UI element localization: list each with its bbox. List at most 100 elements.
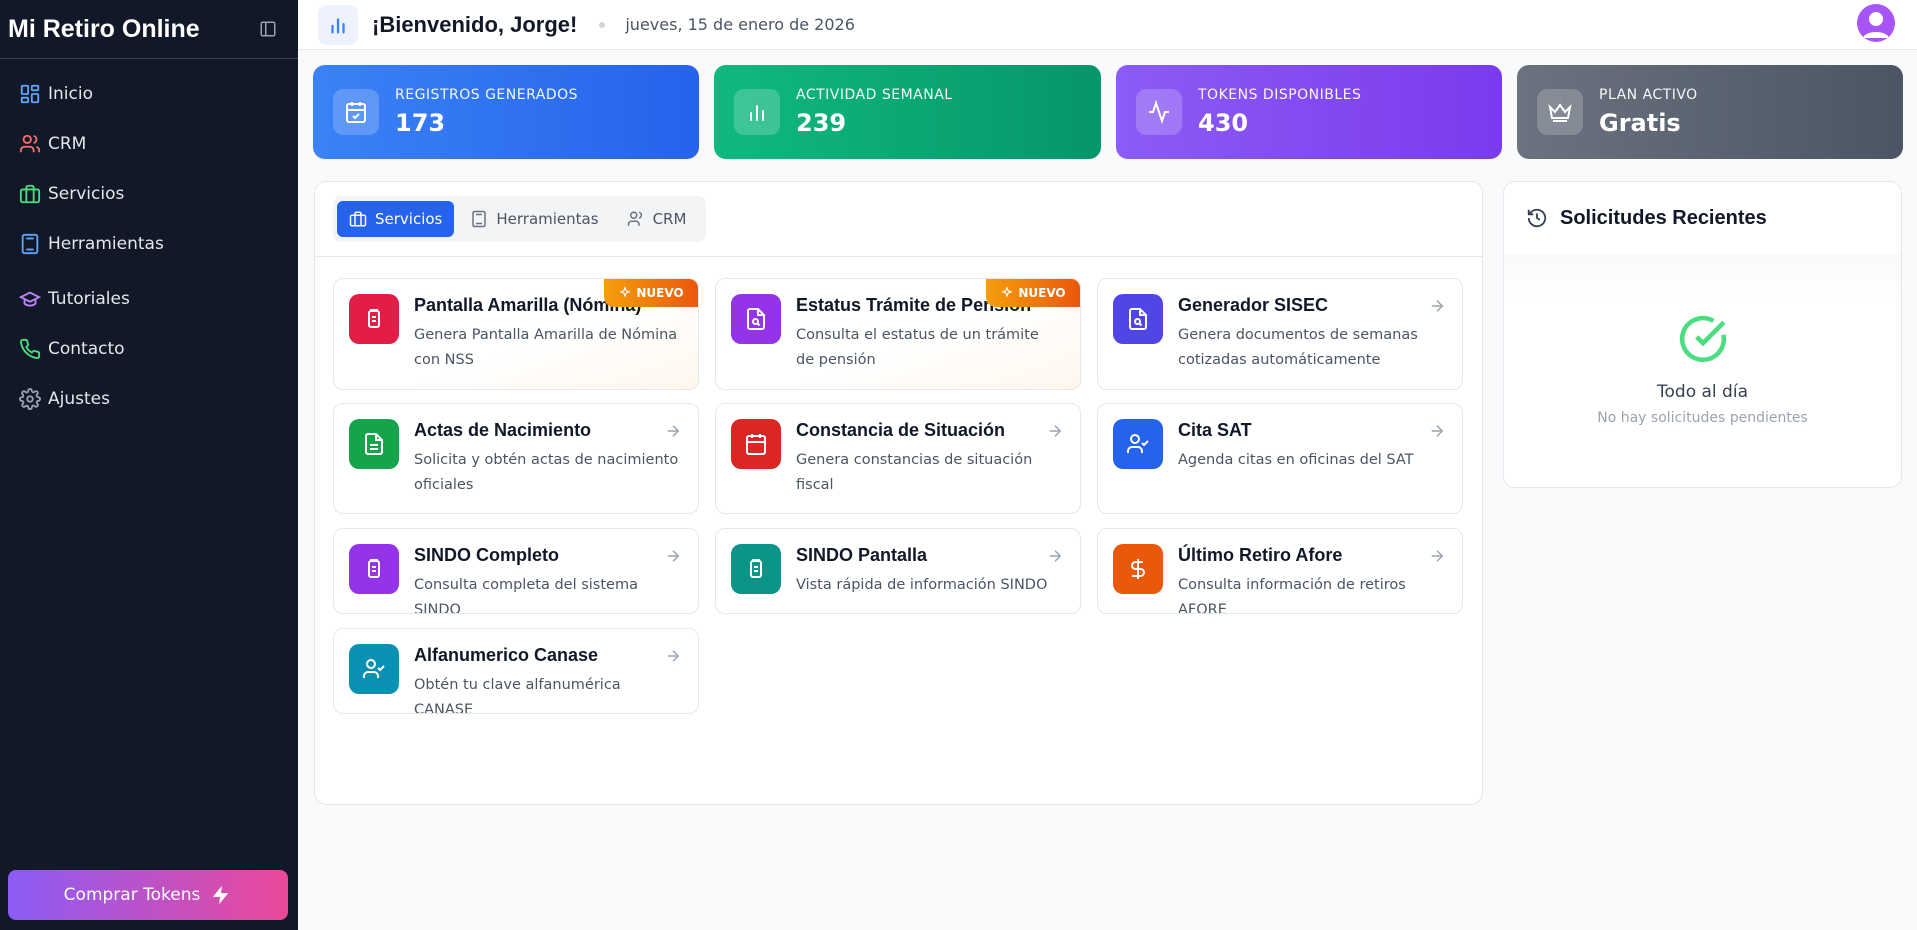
arrow-right-icon (667, 650, 680, 662)
services-panel: Servicios Herramientas CRM Pantalla Amar… (314, 181, 1483, 805)
service-title: Cita SAT (1178, 420, 1252, 440)
service-description: Obtén tu clave alfanumérica CANASE (414, 677, 621, 714)
service-title: Último Retiro Afore (1178, 545, 1343, 565)
sidebar-item-contacto[interactable]: Contacto (0, 324, 298, 374)
briefcase-icon (18, 182, 42, 206)
sidebar-item-ajustes[interactable]: Ajustes (0, 374, 298, 424)
service-description: Agenda citas en oficinas del SAT (1178, 452, 1414, 468)
welcome-heading: ¡Bienvenido, Jorge! (372, 11, 578, 37)
service-card[interactable]: Constancia de Situación Genera constancia… (715, 403, 1081, 514)
briefcase-icon (349, 211, 367, 227)
service-card[interactable]: Estatus Trámite de Pensión Consulta el es… (715, 278, 1081, 390)
service-icon-box (731, 419, 781, 469)
stat-value: 239 (796, 109, 847, 137)
empty-state-subtitle: No hay solicitudes pendientes (1597, 410, 1808, 426)
user-check-icon (363, 659, 385, 678)
clipboard-icon (368, 559, 380, 578)
sidebar-item-crm[interactable]: CRM (0, 119, 298, 169)
service-icon-box (731, 544, 781, 594)
tab-herramientas[interactable]: Herramientas (458, 201, 610, 237)
gear-icon (18, 387, 42, 411)
service-card[interactable]: Último Retiro Afore Consulta información … (1097, 528, 1463, 614)
activity-icon (1136, 89, 1182, 135)
stat-card-plan: PLAN ACTIVO Gratis (1517, 65, 1903, 159)
tab-label: CRM (652, 210, 687, 228)
buy-tokens-button[interactable]: Comprar Tokens (8, 870, 288, 920)
sparkles-icon (619, 286, 632, 298)
service-card[interactable]: Generador SISEC Genera documentos de sema… (1097, 278, 1463, 390)
service-icon-box (349, 294, 399, 344)
sidebar-brand: Mi Retiro Online (0, 0, 298, 59)
service-title: Generador SISEC (1178, 295, 1329, 315)
lightning-icon (213, 885, 229, 905)
sidebar-item-servicios[interactable]: Servicios (0, 169, 298, 219)
separator-dot (599, 21, 606, 28)
service-description: Vista rápida de información SINDO (796, 577, 1048, 593)
sidebar-item-label: Contacto (48, 339, 125, 359)
sidebar-item-tutoriales[interactable]: Tutoriales (0, 274, 298, 324)
sidebar-item-label: Tutoriales (48, 289, 130, 309)
history-icon (1527, 208, 1547, 228)
service-icon-box (349, 419, 399, 469)
service-card[interactable]: SINDO Pantalla Vista rápida de informació… (715, 528, 1081, 614)
stat-value: Gratis (1599, 109, 1681, 137)
clipboard-icon (368, 309, 380, 328)
sidebar-item-inicio[interactable]: Inicio (0, 69, 298, 119)
sidebar-item-label: Herramientas (48, 234, 164, 254)
users-icon (627, 211, 642, 226)
new-badge-label: NUEVO (636, 286, 684, 300)
avatar[interactable] (1857, 4, 1895, 42)
dollar-icon (1131, 559, 1145, 579)
service-card[interactable]: Cita SAT Agenda citas en oficinas del SAT (1097, 403, 1463, 514)
sidebar: Mi Retiro Online Inicio CRM Servicios He… (0, 0, 298, 930)
calendar-check-icon (333, 89, 379, 135)
tab-label: Servicios (375, 210, 443, 228)
new-badge: NUEVO (986, 279, 1080, 307)
sidebar-toggle-icon[interactable] (258, 19, 278, 39)
clipboard-icon (750, 559, 762, 578)
calculator-icon (472, 210, 487, 228)
arrow-right-icon (1431, 550, 1444, 562)
users-icon (18, 132, 42, 156)
arrow-right-icon (667, 550, 680, 562)
recent-requests-header: Solicitudes Recientes (1504, 182, 1901, 254)
service-title: SINDO Completo (414, 545, 560, 565)
top-bar: ¡Bienvenido, Jorge! jueves, 15 de enero … (298, 0, 1917, 50)
stat-label: PLAN ACTIVO (1599, 87, 1698, 103)
service-title: Actas de Nacimiento (414, 420, 592, 440)
service-card[interactable]: Actas de Nacimiento Solicita y obtén acta… (333, 403, 699, 514)
file-text-icon (365, 433, 383, 455)
crown-icon (1537, 89, 1583, 135)
sidebar-item-label: Servicios (48, 184, 125, 204)
layout-grid-icon (18, 82, 42, 106)
tab-servicios[interactable]: Servicios (337, 201, 455, 237)
app-title: Mi Retiro Online (8, 14, 200, 43)
stat-label: ACTIVIDAD SEMANAL (796, 87, 953, 103)
service-icon-box (1113, 544, 1163, 594)
new-badge: NUEVO (604, 279, 698, 307)
check-circle-icon (1679, 315, 1727, 363)
service-description: Genera documentos de semanas cotizadas a… (1178, 327, 1418, 368)
empty-state-title: Todo al día (1657, 382, 1748, 402)
tab-crm[interactable]: CRM (615, 201, 699, 237)
recent-requests-body: Todo al día No hay solicitudes pendiente… (1504, 254, 1901, 487)
service-card[interactable]: Alfanumerico Canase Obtén tu clave alfanu… (333, 628, 699, 714)
recent-requests-panel: Solicitudes Recientes Todo al día No hay… (1503, 181, 1902, 488)
file-search-icon (1129, 308, 1147, 330)
sidebar-item-herramientas[interactable]: Herramientas (0, 219, 298, 269)
arrow-right-icon (667, 425, 680, 437)
user-check-icon (1127, 434, 1149, 453)
service-icon-box (1113, 419, 1163, 469)
stat-value: 430 (1198, 109, 1249, 137)
arrow-right-icon (1431, 300, 1444, 312)
service-title: Alfanumerico Canase (414, 645, 599, 665)
sparkles-icon (1001, 286, 1014, 298)
service-icon-box (349, 544, 399, 594)
buy-tokens-label: Comprar Tokens (63, 885, 201, 905)
service-card[interactable]: SINDO Completo Consulta completa del sist… (333, 528, 699, 614)
service-description: Genera constancias de situación fiscal (796, 452, 1033, 493)
service-card[interactable]: Pantalla Amarilla (Nómina) Genera Pantall… (333, 278, 699, 390)
sidebar-item-label: Inicio (48, 84, 93, 104)
graduation-cap-icon (18, 287, 42, 311)
stat-label: REGISTROS GENERADOS (395, 87, 579, 103)
